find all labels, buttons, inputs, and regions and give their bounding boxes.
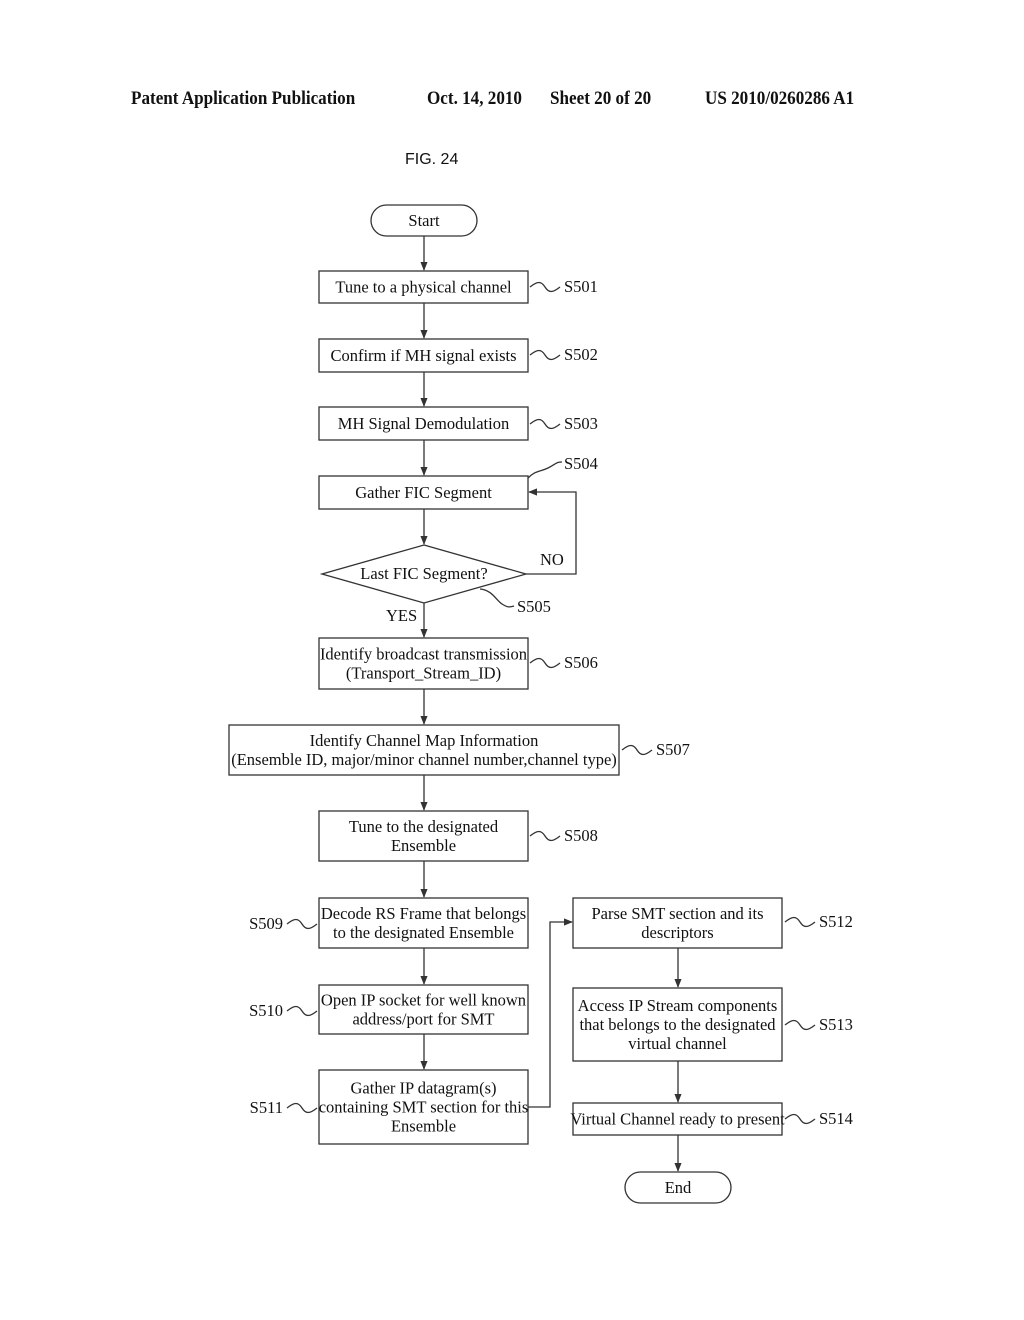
leader-squiggle [479,588,515,608]
step-id-s504: S504 [527,454,598,479]
leader-squiggle [784,1113,816,1125]
leader-squiggle [286,1102,318,1114]
step-text-line: Tune to a physical channel [335,278,512,297]
step-text-line: descriptors [641,923,713,942]
step-id-label: S506 [564,653,598,672]
step-text-line: Identify Channel Map Information [310,731,539,750]
leader-squiggle [286,918,318,930]
leader-squiggle [286,1005,318,1017]
step-text-line: Gather FIC Segment [355,483,492,502]
step-id-s511: S511 [250,1098,318,1117]
step-id-s509: S509 [249,914,318,933]
step-text-line: Gather IP datagram(s) [351,1079,497,1098]
step-id-label: S503 [564,414,598,433]
leader-squiggle [529,349,561,361]
step-text-line: Identify broadcast transmission [320,645,527,664]
step-s513: Access IP Stream componentsthat belongs … [572,987,783,1062]
step-id-s501: S501 [529,277,598,296]
leader-squiggle [529,281,561,293]
step-s509: Decode RS Frame that belongsto the desig… [318,897,529,949]
step-text-line: Decode RS Frame that belongs [321,904,526,923]
step-id-s510: S510 [249,1001,318,1020]
leader-squiggle [529,657,561,669]
decision-yes-label: YES [386,606,417,625]
step-id-s513: S513 [784,1015,853,1034]
step-text-line: Open IP socket for well known [321,991,526,1010]
step-s508: Tune to the designatedEnsemble [318,810,529,862]
step-id-s514: S514 [784,1109,853,1128]
flowchart: Start Tune to a physical channel Confirm i… [228,204,853,1204]
step-text-line: Ensemble [391,836,456,855]
step-text-line: address/port for SMT [352,1010,494,1029]
step-id-s506: S506 [529,653,598,672]
end-label: End [665,1178,692,1197]
decision-no-label: NO [540,550,564,569]
leader-squiggle [529,418,561,430]
step-s514: Virtual Channel ready to present [570,1102,785,1136]
step-text-line: Ensemble [391,1117,456,1136]
step-id-label: S511 [250,1098,283,1117]
end-terminal: End [624,1171,732,1204]
step-id-label: S513 [819,1015,853,1034]
step-id-s505: S505 [479,588,551,616]
start-terminal: Start [370,204,478,237]
step-id-label: S514 [819,1109,853,1128]
step-id-label: S510 [249,1001,283,1020]
step-text-line: Tune to the designated [349,817,499,836]
step-s510: Open IP socket for well knownaddress/por… [318,984,529,1035]
decision-text: Last FIC Segment? [360,564,487,583]
step-s501: Tune to a physical channel [318,270,529,304]
step-text-line: (Ensemble ID, major/minor channel number… [231,750,617,769]
start-label: Start [408,211,440,230]
step-id-s503: S503 [529,414,598,433]
step-s511: Gather IP datagram(s)containing SMT sect… [318,1069,529,1145]
step-id-s512: S512 [784,912,853,931]
step-id-s502: S502 [529,345,598,364]
step-id-s508: S508 [529,826,598,845]
step-text-line: (Transport_Stream_ID) [346,664,501,683]
step-text-line: Virtual Channel ready to present [570,1110,785,1129]
step-id-label: S502 [564,345,598,364]
step-s506: Identify broadcast transmission(Transpor… [318,637,529,690]
step-s503: MH Signal Demodulation [318,406,529,441]
leader-squiggle [784,916,816,928]
step-id-label: S512 [819,912,853,931]
step-id-label: S507 [656,740,690,759]
leader-squiggle [529,830,561,842]
step-s507: Identify Channel Map Information(Ensembl… [228,724,620,776]
step-text-line: Confirm if MH signal exists [330,346,516,365]
step-s512: Parse SMT section and itsdescriptors [572,897,783,949]
step-text-line: that belongs to the designated [579,1015,776,1034]
step-text-line: MH Signal Demodulation [338,414,509,433]
step-s502: Confirm if MH signal exists [318,338,529,373]
flow-arrow [528,918,573,1108]
step-id-label: S501 [564,277,598,296]
step-text-line: virtual channel [628,1034,727,1053]
step-id-label: S505 [517,597,551,616]
leader-squiggle [784,1019,816,1031]
step-text-line: Parse SMT section and its [591,904,763,923]
leader-squiggle [527,461,563,479]
step-s504: Gather FIC Segment [318,475,529,510]
step-id-s507: S507 [621,740,690,759]
step-text-line: Access IP Stream components [578,996,778,1015]
step-text-line: containing SMT section for this [319,1098,529,1117]
step-id-label: S504 [564,454,598,473]
step-id-label: S509 [249,914,283,933]
step-id-label: S508 [564,826,598,845]
step-text-line: to the designated Ensemble [333,923,514,942]
step-s505: Last FIC Segment? [319,544,529,604]
leader-squiggle [621,744,653,756]
